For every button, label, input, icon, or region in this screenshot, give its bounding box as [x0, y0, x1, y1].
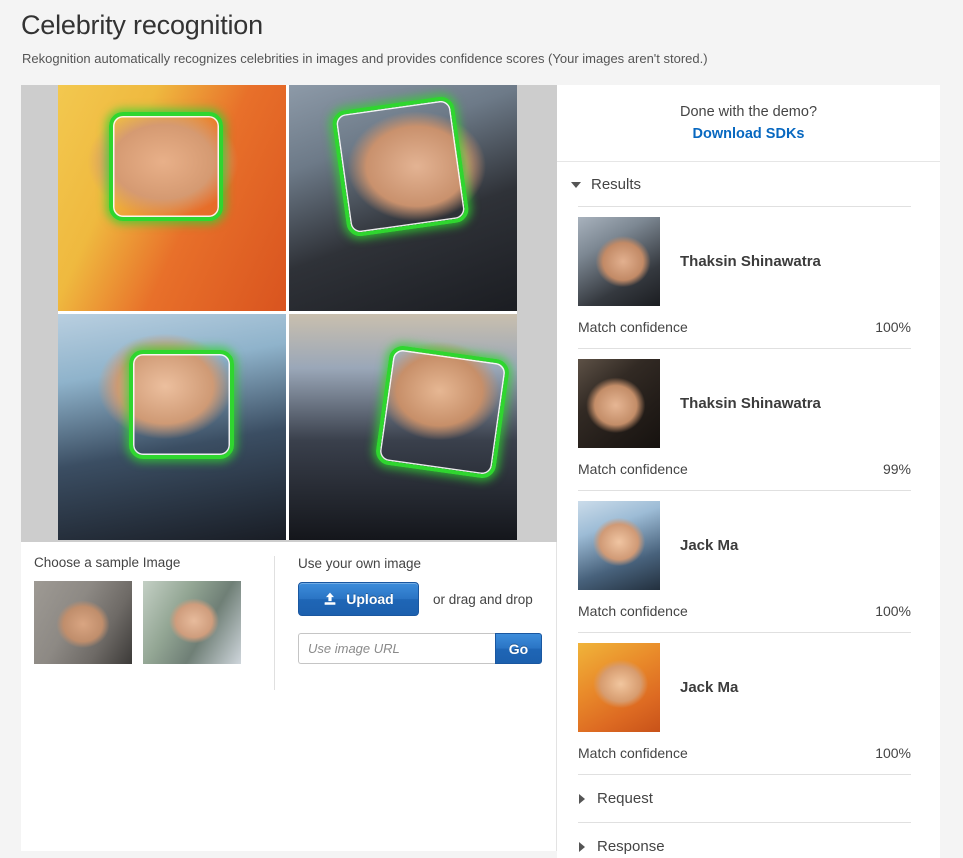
image-preview-stage[interactable] [21, 85, 557, 542]
request-section-label: Request [597, 790, 653, 807]
sample-image-section: Choose a sample Image [21, 555, 274, 702]
face-bounding-box-3 [128, 350, 234, 459]
demo-cta-question: Done with the demo? [679, 104, 818, 120]
results-section-label: Results [591, 176, 642, 193]
page-subtitle: Rekognition automatically recognizes cel… [22, 51, 708, 66]
collage-photo [58, 85, 517, 540]
result-row[interactable]: Jack Ma Match confidence 100% [557, 491, 940, 632]
result-confidence-row: Match confidence 99% [578, 448, 911, 490]
response-section-header[interactable]: Response [578, 823, 911, 858]
result-celebrity-name: Jack Ma [680, 679, 739, 696]
result-identity: Jack Ma [578, 501, 911, 590]
image-url-row: Go [298, 633, 542, 664]
result-identity: Thaksin Shinawatra [578, 359, 911, 448]
request-section-header[interactable]: Request [578, 775, 911, 822]
results-section-header[interactable]: Results [557, 162, 940, 206]
match-confidence-label: Match confidence [578, 319, 688, 335]
sample-thumbnail-2[interactable] [143, 581, 241, 664]
upload-button-label: Upload [346, 591, 394, 607]
result-identity: Thaksin Shinawatra [578, 217, 911, 306]
result-face-thumbnail [578, 359, 660, 448]
results-panel: Done with the demo? Download SDKs Result… [557, 85, 940, 858]
result-identity: Jack Ma [578, 643, 911, 732]
go-button[interactable]: Go [495, 633, 542, 664]
result-row[interactable]: Thaksin Shinawatra Match confidence 99% [557, 349, 940, 490]
caret-right-icon [579, 793, 585, 804]
celebrity-recognition-page: Celebrity recognition Rekognition automa… [0, 0, 963, 858]
response-section: Response [557, 823, 940, 858]
download-sdks-link[interactable]: Download SDKs [557, 126, 940, 142]
collage-quadrant-top-right [289, 85, 517, 311]
request-section: Request [557, 775, 940, 822]
match-confidence-value: 100% [875, 603, 911, 619]
demo-cta: Done with the demo? Download SDKs [557, 85, 940, 162]
match-confidence-label: Match confidence [578, 603, 688, 619]
result-celebrity-name: Thaksin Shinawatra [680, 253, 821, 270]
own-image-section-label: Use your own image [298, 556, 422, 571]
result-face-thumbnail [578, 217, 660, 306]
sample-section-label: Choose a sample Image [34, 555, 181, 570]
sample-thumbnail-1[interactable] [34, 581, 132, 664]
match-confidence-label: Match confidence [578, 745, 688, 761]
collage-quadrant-top-left [58, 85, 286, 311]
face-bounding-box-4 [374, 344, 512, 480]
result-celebrity-name: Thaksin Shinawatra [680, 395, 821, 412]
result-face-thumbnail [578, 643, 660, 732]
caret-right-icon [579, 841, 585, 852]
image-url-input[interactable] [298, 633, 495, 664]
upload-button[interactable]: Upload [298, 582, 419, 616]
result-confidence-row: Match confidence 100% [578, 306, 911, 348]
face-bounding-box-1 [109, 112, 224, 221]
upload-icon [323, 592, 337, 606]
drag-and-drop-text: or drag and drop [433, 591, 533, 607]
image-source-row: Choose a sample Image Use your own image [21, 542, 556, 702]
collage-quadrant-bottom-right [289, 314, 517, 540]
demo-left-card: Choose a sample Image Use your own image [21, 85, 557, 851]
page-title: Celebrity recognition [21, 10, 263, 40]
face-bounding-box-2 [330, 95, 471, 238]
result-celebrity-name: Jack Ma [680, 537, 739, 554]
own-image-section: Use your own image Upload or drag and dr… [274, 556, 556, 690]
match-confidence-label: Match confidence [578, 461, 688, 477]
result-confidence-row: Match confidence 100% [578, 732, 911, 774]
result-row[interactable]: Thaksin Shinawatra Match confidence 100% [557, 207, 940, 348]
upload-row: Upload or drag and drop [298, 582, 556, 616]
page-header: Celebrity recognition Rekognition automa… [21, 8, 941, 67]
match-confidence-value: 100% [875, 745, 911, 761]
match-confidence-value: 99% [882, 461, 911, 477]
result-face-thumbnail [578, 501, 660, 590]
result-row[interactable]: Jack Ma Match confidence 100% [557, 633, 940, 774]
caret-down-icon [571, 181, 581, 188]
result-confidence-row: Match confidence 100% [578, 590, 911, 632]
response-section-label: Response [597, 838, 665, 855]
match-confidence-value: 100% [875, 319, 911, 335]
sample-thumbnail-list [34, 581, 274, 664]
collage-quadrant-bottom-left [58, 314, 286, 540]
